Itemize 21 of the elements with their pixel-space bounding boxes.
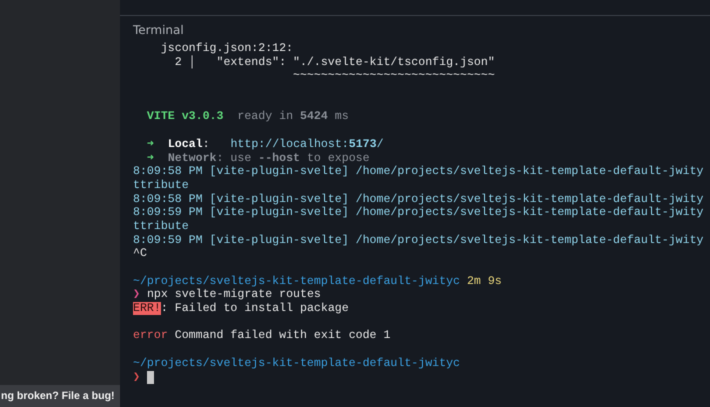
terminal-line: ERR!: Failed to install package	[133, 302, 349, 316]
terminal-line: ➜ Network: use --host to expose	[146, 152, 370, 166]
terminal-line: ~~~~~~~~~~~~~~~~~~~~~~~~~~~~~	[292, 69, 495, 84]
terminal-line: 8:09:58 PM [vite-plugin-svelte] /home/projects/sveltejs-kit-template-default-jwity	[133, 165, 704, 179]
terminal-line: ~/projects/sveltejs-kit-template-default-jwityc	[133, 356, 460, 371]
terminal-line: ttribute	[133, 220, 189, 234]
terminal-line: 8:09:59 PM [vite-plugin-svelte] /home/projects/sveltejs-kit-template-default-jwity	[133, 206, 704, 220]
terminal-line: 8:09:59 PM [vite-plugin-svelte] /home/projects/sveltejs-kit-template-default-jwity	[133, 234, 704, 248]
terminal-line: ❯ npx svelte-migrate routes	[133, 288, 321, 302]
terminal-line: ➜ Local: http://localhost:5173/	[146, 138, 384, 152]
terminal-line: error Command failed with exit code 1	[133, 329, 390, 344]
terminal-line: ~/projects/sveltejs-kit-template-default-jwityc 2m 9s	[133, 274, 502, 288]
terminal-line: jsconfig.json:2:12:	[160, 42, 294, 55]
terminal-line: ttribute	[133, 178, 189, 193]
terminal-line: VITE v3.0.3 ready in 5424 ms	[146, 110, 349, 124]
terminal-line: 8:09:58 PM [vite-plugin-svelte] /home/projects/sveltejs-kit-template-default-jwity	[133, 192, 704, 206]
terminal-line: 2 │ "extends": "./.svelte-kit/tsconfig.json"	[174, 56, 495, 70]
terminal-line: ❯	[133, 370, 140, 384]
terminal-line: ^C	[133, 247, 147, 262]
bug-report-link[interactable]: ng broken? File a bug!	[1, 390, 115, 402]
panel-title: Terminal	[132, 22, 185, 39]
